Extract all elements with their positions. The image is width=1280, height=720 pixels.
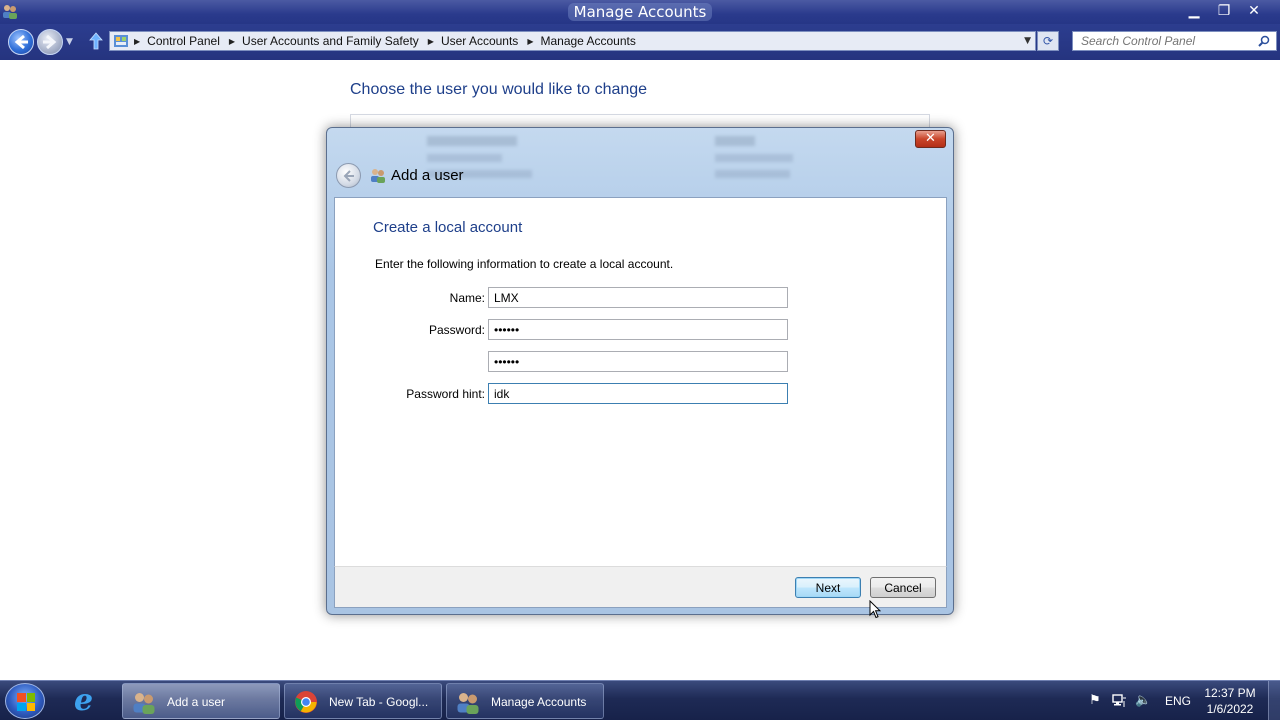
name-label: Name: [449, 291, 485, 305]
breadcrumb-user-accounts-family-safety[interactable]: User Accounts and Family Safety [242, 34, 419, 48]
section-title: Create a local account [373, 219, 523, 236]
blurred-background [715, 136, 755, 146]
taskbar-item-add-user[interactable]: Add a user [122, 683, 280, 719]
show-desktop-button[interactable] [1268, 681, 1280, 720]
page-heading: Choose the user you would like to change [350, 81, 648, 98]
navigation-bar: ▼ ▶ Control Panel ▶ User Accounts and Fa… [0, 24, 1280, 60]
breadcrumb-manage-accounts[interactable]: Manage Accounts [540, 34, 635, 48]
up-arrow-icon[interactable] [88, 31, 104, 51]
forward-arrow-icon [43, 34, 57, 50]
users-icon [371, 169, 385, 183]
blurred-background [715, 154, 793, 162]
taskbar-item-manage-accounts[interactable]: Manage Accounts [446, 683, 604, 719]
dialog-close-button[interactable]: ✕ [915, 130, 946, 148]
address-dropdown-icon[interactable]: ▼ [1024, 36, 1031, 46]
name-field[interactable] [488, 287, 788, 308]
windows-logo-icon [17, 693, 35, 711]
search-icon[interactable] [1258, 35, 1270, 47]
window-title: Manage Accounts [0, 3, 1280, 21]
dialog-footer: Next Cancel [334, 566, 947, 608]
password-hint-field[interactable] [488, 383, 788, 404]
password-field[interactable] [488, 319, 788, 340]
address-bar[interactable]: ▶ Control Panel ▶ User Accounts and Fami… [109, 31, 1036, 51]
password-hint-label: Password hint: [406, 387, 485, 401]
close-button[interactable]: ✕ [1242, 2, 1266, 20]
network-icon[interactable] [1111, 693, 1127, 709]
close-icon: ✕ [925, 131, 936, 146]
internet-explorer-icon: e [74, 683, 94, 718]
breadcrumb-control-panel[interactable]: Control Panel [147, 34, 220, 48]
back-arrow-icon [14, 34, 28, 50]
window-titlebar: Manage Accounts ▁ ❐ ✕ [0, 0, 1280, 24]
volume-icon[interactable]: 🔈 [1135, 693, 1151, 709]
refresh-icon: ⟳ [1042, 34, 1054, 48]
action-center-flag-icon[interactable]: ⚑ [1087, 693, 1103, 709]
breadcrumb-chevron-icon[interactable]: ▶ [134, 37, 140, 46]
back-arrow-icon [343, 170, 354, 182]
taskbar: e Add a user New Tab - Googl... Manage A… [0, 680, 1280, 720]
cancel-button[interactable]: Cancel [870, 577, 936, 598]
chrome-icon [295, 691, 317, 713]
search-input[interactable] [1081, 33, 1251, 49]
internet-explorer-button[interactable]: e [62, 683, 116, 719]
confirm-password-field[interactable] [488, 351, 788, 372]
password-label: Password: [428, 323, 485, 337]
blurred-background [427, 154, 502, 162]
breadcrumb-chevron-icon[interactable]: ▶ [229, 37, 235, 46]
minimize-button[interactable]: ▁ [1182, 2, 1206, 20]
restore-button[interactable]: ❐ [1212, 2, 1236, 20]
taskbar-item-label: Manage Accounts [491, 695, 587, 709]
start-button[interactable] [5, 683, 45, 719]
breadcrumb-chevron-icon[interactable]: ▶ [428, 37, 434, 46]
users-icon [133, 693, 155, 714]
refresh-button[interactable]: ⟳ [1037, 31, 1059, 51]
clock-time: 12:37 PM [1204, 686, 1256, 700]
blurred-background [427, 136, 517, 146]
clock[interactable]: 12:37 PM 1/6/2022 [1200, 685, 1260, 717]
taskbar-item-label: Add a user [167, 695, 226, 709]
breadcrumb-chevron-icon[interactable]: ▶ [527, 37, 533, 46]
back-button[interactable] [8, 29, 34, 55]
next-button[interactable]: Next [795, 577, 861, 598]
forward-button[interactable] [37, 29, 63, 55]
add-user-dialog: ✕ Add a user Create a local account Ente… [326, 127, 954, 615]
users-icon [457, 693, 479, 714]
dialog-body: Create a local account Enter the followi… [334, 197, 947, 566]
breadcrumb-user-accounts[interactable]: User Accounts [441, 34, 518, 48]
mouse-cursor-icon [869, 600, 881, 619]
recent-pages-dropdown-icon[interactable]: ▼ [66, 37, 73, 47]
instructions-text: Enter the following information to creat… [375, 257, 674, 271]
search-box[interactable] [1072, 31, 1277, 51]
breadcrumb: ▶ Control Panel ▶ User Accounts and Fami… [134, 34, 645, 48]
taskbar-item-chrome[interactable]: New Tab - Googl... [284, 683, 442, 719]
language-indicator[interactable]: ENG [1165, 694, 1191, 708]
control-panel-icon [114, 35, 128, 47]
taskbar-item-label: New Tab - Googl... [329, 695, 429, 709]
dialog-title: Add a user [391, 167, 464, 184]
blurred-background [715, 170, 790, 178]
clock-date: 1/6/2022 [1206, 702, 1254, 716]
dialog-back-button[interactable] [336, 163, 361, 188]
